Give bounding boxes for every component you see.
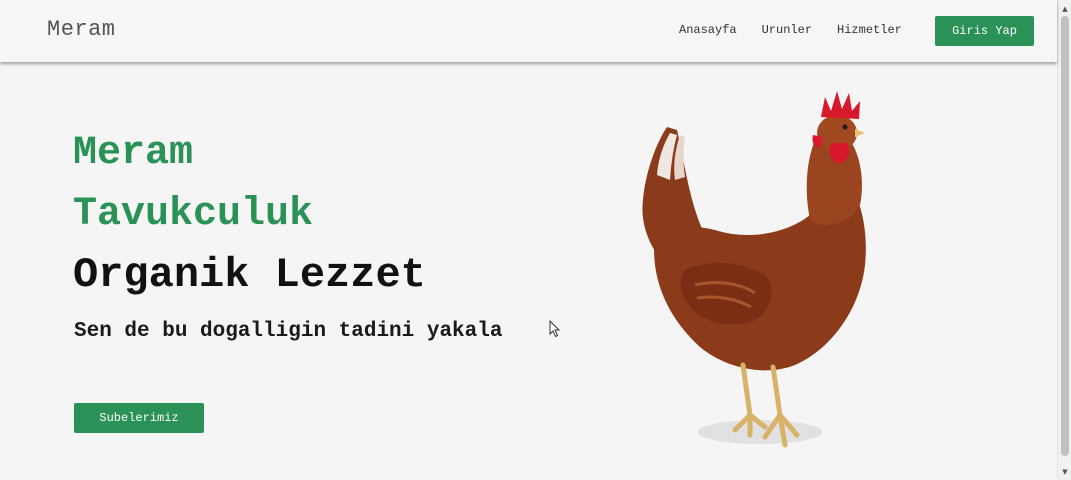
chevron-up-icon[interactable]: ▲ xyxy=(1058,2,1071,16)
branches-button[interactable]: Subelerimiz xyxy=(74,403,204,433)
brand-logo[interactable]: Meram xyxy=(47,17,116,42)
nav-link-anasayfa[interactable]: Anasayfa xyxy=(679,23,737,37)
navbar: Meram Anasayfa Urunler Hizmetler Giris Y… xyxy=(0,0,1057,62)
hero-tagline: Sen de bu dogalligin tadini yakala xyxy=(74,320,503,343)
login-button[interactable]: Giris Yap xyxy=(935,16,1034,46)
mouse-pointer-icon xyxy=(549,320,561,338)
nav-link-urunler[interactable]: Urunler xyxy=(762,23,812,37)
chevron-down-icon[interactable]: ▼ xyxy=(1058,465,1071,479)
hero-title-line-3: Organik Lezzet xyxy=(73,251,426,299)
page-scrollbar[interactable]: ▲ ▼ xyxy=(1057,0,1071,480)
page: Meram Anasayfa Urunler Hizmetler Giris Y… xyxy=(0,0,1071,480)
scrollbar-thumb[interactable] xyxy=(1061,16,1069,456)
hero-title-line-1: Meram xyxy=(73,131,194,176)
hero-title-line-2: Tavukculuk xyxy=(73,192,314,237)
nav-link-hizmetler[interactable]: Hizmetler xyxy=(837,23,902,37)
rooster-image xyxy=(642,91,866,448)
nav-links: Anasayfa Urunler Hizmetler xyxy=(679,23,927,37)
